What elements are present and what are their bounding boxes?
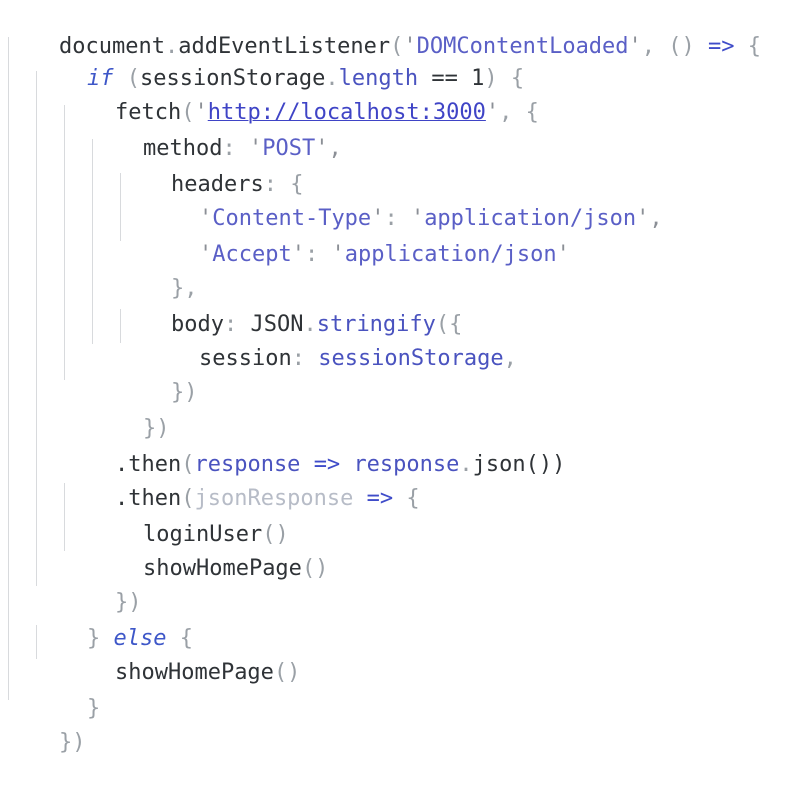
code-token: (): [301, 556, 329, 581]
code-token: ': [628, 34, 642, 59]
code-token: showHomePage: [142, 556, 302, 581]
code-token: json: [472, 452, 526, 477]
code-token: (): [273, 660, 301, 685]
code-token: ',: [315, 136, 342, 161]
code-token: }): [58, 730, 86, 755]
code-token: :: [291, 346, 319, 371]
code-line: 'Accept': 'application/json': [146, 204, 570, 267]
code-token: ': [556, 242, 570, 267]
code-line: },: [118, 238, 198, 301]
code-token: , {: [499, 100, 539, 125]
code-line: }): [90, 378, 170, 441]
code-line: document.addEventListener('DOMContentLoa…: [6, 0, 761, 59]
code-line: loginUser(): [90, 484, 289, 547]
code-token: ': [198, 242, 213, 267]
code-line: method: 'POST',: [90, 98, 342, 161]
code-line: } else {: [34, 588, 193, 651]
code-line: fetch('http://localhost:3000', {: [62, 62, 539, 125]
indent-guide: [36, 71, 37, 586]
code-token: =>: [708, 34, 735, 59]
code-token: {: [734, 34, 762, 59]
code-token: ': [291, 242, 305, 267]
code-token: =>: [366, 486, 394, 511]
code-token: }): [170, 380, 198, 405]
code-line: .then(response => response.json()): [62, 414, 565, 477]
code-token: :: [304, 242, 332, 267]
code-token: }: [86, 696, 101, 721]
code-token: ': [331, 242, 345, 267]
code-line: .then(jsonResponse => {: [62, 448, 420, 511]
code-token: ',: [636, 206, 663, 231]
code-line: }): [6, 692, 86, 755]
code-token: {: [393, 486, 420, 511]
indent-guide: [8, 37, 9, 700]
code-line: }): [118, 342, 198, 405]
code-token: ': [485, 100, 500, 125]
code-line: body: JSON.stringify({: [118, 274, 462, 337]
code-line: showHomePage(): [90, 518, 328, 581]
code-line: 'Content-Type': 'application/json',: [146, 168, 663, 231]
code-token: application/json: [344, 242, 557, 267]
code-line: showHomePage(): [62, 622, 300, 685]
code-line: }: [34, 658, 100, 721]
code-token: session: [198, 346, 292, 371]
code-line: session: sessionStorage,: [146, 308, 517, 371]
code-line: if (sessionStorage.length == 1) {: [34, 28, 524, 91]
code-token: ()): [525, 452, 566, 477]
code-token: ,: [503, 346, 517, 371]
code-editor[interactable]: document.addEventListener('DOMContentLoa…: [0, 0, 806, 755]
code-token: Accept: [212, 242, 292, 267]
code-line: }): [62, 552, 142, 615]
code-line: headers: {: [118, 134, 303, 197]
code-token: .: [459, 452, 473, 477]
code-token: showHomePage: [114, 660, 274, 685]
code-token: sessionStorage: [318, 346, 504, 371]
code-token: , (): [641, 34, 709, 59]
